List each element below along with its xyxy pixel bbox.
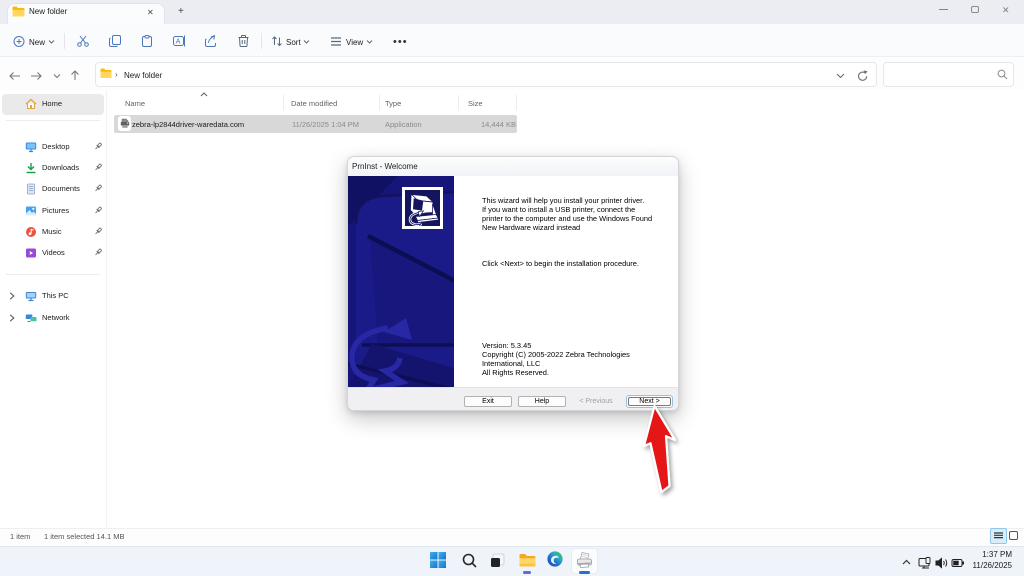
svg-text:A: A (176, 39, 181, 46)
svg-text:New: New (29, 38, 45, 47)
svg-text:View: View (346, 38, 363, 47)
svg-text:Sort: Sort (286, 38, 301, 47)
